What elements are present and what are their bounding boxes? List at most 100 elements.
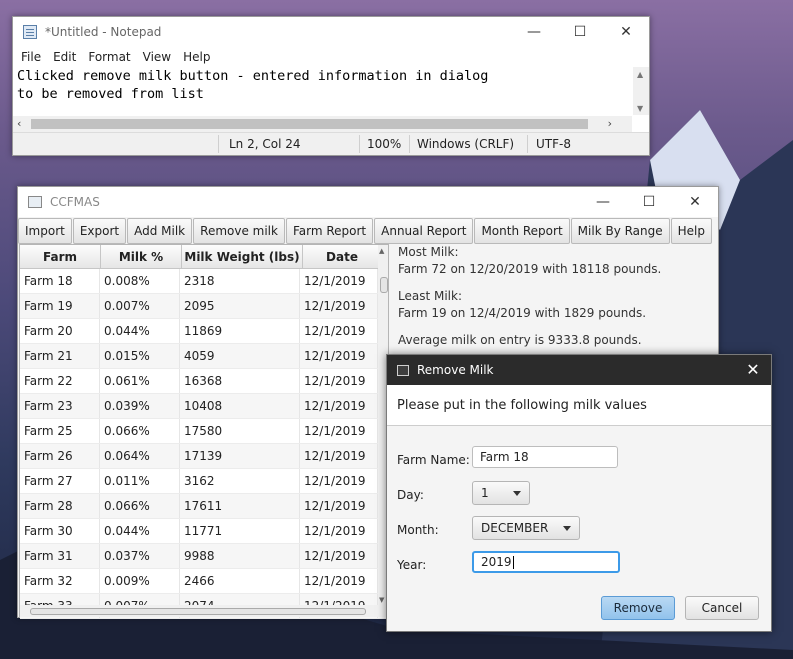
cell-milk-percent: 0.066% [100,419,180,443]
table-header: Farm Milk % Milk Weight (lbs) Date [20,245,388,269]
table-row[interactable]: Farm 22 0.061% 16368 12/1/2019 [20,369,388,394]
table-row[interactable]: Farm 28 0.066% 17611 12/1/2019 [20,494,388,519]
cell-farm: Farm 30 [20,519,100,543]
table-horizontal-scrollbar[interactable] [20,605,388,617]
cell-date: 12/1/2019 [300,394,378,418]
year-field-value: 2019 [481,555,512,569]
text-cursor [512,555,514,569]
cell-date: 12/1/2019 [300,544,378,568]
notepad-hscroll-thumb[interactable] [31,119,588,129]
cell-milk-percent: 0.044% [100,519,180,543]
farm-report-button[interactable]: Farm Report [285,218,374,244]
scroll-down-icon[interactable]: ▼ [637,104,643,113]
status-encoding: UTF-8 [536,137,571,151]
annual-report-button[interactable]: Annual Report [374,218,474,244]
cancel-button[interactable]: Cancel [685,596,759,620]
ccfmas-titlebar[interactable]: CCFMAS — ☐ ✕ [18,187,718,217]
table-row[interactable]: Farm 27 0.011% 3162 12/1/2019 [20,469,388,494]
table-row[interactable]: Farm 30 0.044% 11771 12/1/2019 [20,519,388,544]
menu-view[interactable]: View [137,50,177,64]
milk-by-range-button[interactable]: Milk By Range [570,218,670,244]
scroll-up-icon[interactable]: ▲ [379,247,384,255]
notepad-titlebar[interactable]: *Untitled - Notepad — ☐ ✕ [13,17,649,47]
scroll-down-icon[interactable]: ▼ [379,596,384,604]
notepad-menubar: File Edit Format View Help [13,47,649,67]
help-button[interactable]: Help [670,218,712,244]
cell-milk-weight: 3162 [180,469,300,493]
cell-milk-weight: 2466 [180,569,300,593]
minimize-icon[interactable]: — [580,187,626,217]
milk-table[interactable]: Farm Milk % Milk Weight (lbs) Date Farm … [19,244,389,619]
import-button[interactable]: Import [18,218,72,244]
maximize-icon[interactable]: ☐ [557,17,603,47]
day-select[interactable]: 1 [472,481,530,505]
export-button[interactable]: Export [72,218,127,244]
table-row[interactable]: Farm 18 0.008% 2318 12/1/2019 [20,269,388,294]
status-position: Ln 2, Col 24 [229,137,301,151]
cell-farm: Farm 25 [20,419,100,443]
table-row[interactable]: Farm 32 0.009% 2466 12/1/2019 [20,569,388,594]
column-header-farm[interactable]: Farm [20,245,101,268]
column-header-date[interactable]: Date [303,245,382,268]
menu-help[interactable]: Help [177,50,216,64]
year-field[interactable]: 2019 [472,551,620,573]
maximize-icon[interactable]: ☐ [626,187,672,217]
table-vscroll-thumb[interactable] [380,277,388,293]
cell-farm: Farm 28 [20,494,100,518]
menu-format[interactable]: Format [82,50,136,64]
cell-milk-percent: 0.008% [100,269,180,293]
table-hscroll-thumb[interactable] [30,608,366,615]
minimize-icon[interactable]: — [511,17,557,47]
column-header-milk-weight[interactable]: Milk Weight (lbs) [182,245,303,268]
table-row[interactable]: Farm 21 0.015% 4059 12/1/2019 [20,344,388,369]
month-report-button[interactable]: Month Report [474,218,570,244]
table-row[interactable]: Farm 20 0.044% 11869 12/1/2019 [20,319,388,344]
app-title: CCFMAS [50,195,100,209]
column-header-milk-percent[interactable]: Milk % [101,245,182,268]
dialog-title: Remove Milk [417,363,494,377]
most-milk-label: Most Milk: [398,245,459,259]
cell-farm: Farm 32 [20,569,100,593]
month-select[interactable]: DECEMBER [472,516,580,540]
scroll-right-icon[interactable]: › [608,117,612,130]
remove-button[interactable]: Remove [601,596,675,620]
table-row[interactable]: Farm 26 0.064% 17139 12/1/2019 [20,444,388,469]
least-milk-value: Farm 19 on 12/4/2019 with 1829 pounds. [398,306,647,320]
table-row[interactable]: Farm 19 0.007% 2095 12/1/2019 [20,294,388,319]
dialog-titlebar[interactable]: Remove Milk ✕ [387,355,771,385]
notepad-title: *Untitled - Notepad [45,25,162,39]
menu-file[interactable]: File [15,50,47,64]
table-row[interactable]: Farm 23 0.039% 10408 12/1/2019 [20,394,388,419]
notepad-vertical-scrollbar[interactable]: ▲ ▼ [633,67,649,115]
cell-milk-percent: 0.066% [100,494,180,518]
cell-milk-weight: 17611 [180,494,300,518]
cell-milk-percent: 0.064% [100,444,180,468]
status-line-ending: Windows (CRLF) [417,137,515,151]
scroll-left-icon[interactable]: ‹ [17,117,21,130]
year-label: Year: [397,558,427,572]
remove-milk-button[interactable]: Remove milk [193,218,285,244]
cell-milk-weight: 10408 [180,394,300,418]
close-icon[interactable]: ✕ [672,187,718,217]
close-icon[interactable]: ✕ [743,360,763,379]
cell-milk-percent: 0.009% [100,569,180,593]
table-row[interactable]: Farm 25 0.066% 17580 12/1/2019 [20,419,388,444]
table-body: Farm 18 0.008% 2318 12/1/2019 Farm 19 0.007% 2… [20,269,388,619]
table-row[interactable]: Farm 31 0.037% 9988 12/1/2019 [20,544,388,569]
notepad-icon [23,25,37,39]
cell-date: 12/1/2019 [300,419,378,443]
menu-edit[interactable]: Edit [47,50,82,64]
scroll-up-icon[interactable]: ▲ [637,70,643,79]
notepad-horizontal-scrollbar[interactable]: ‹ › [13,116,632,132]
cell-milk-percent: 0.007% [100,294,180,318]
farm-name-field[interactable]: Farm 18 [472,446,618,468]
least-milk-label: Least Milk: [398,289,462,303]
add-milk-button[interactable]: Add Milk [127,218,193,244]
cell-date: 12/1/2019 [300,494,378,518]
close-icon[interactable]: ✕ [603,17,649,47]
cell-farm: Farm 26 [20,444,100,468]
day-select-value: 1 [481,486,489,500]
day-label: Day: [397,488,424,502]
cell-date: 12/1/2019 [300,469,378,493]
cell-date: 12/1/2019 [300,519,378,543]
